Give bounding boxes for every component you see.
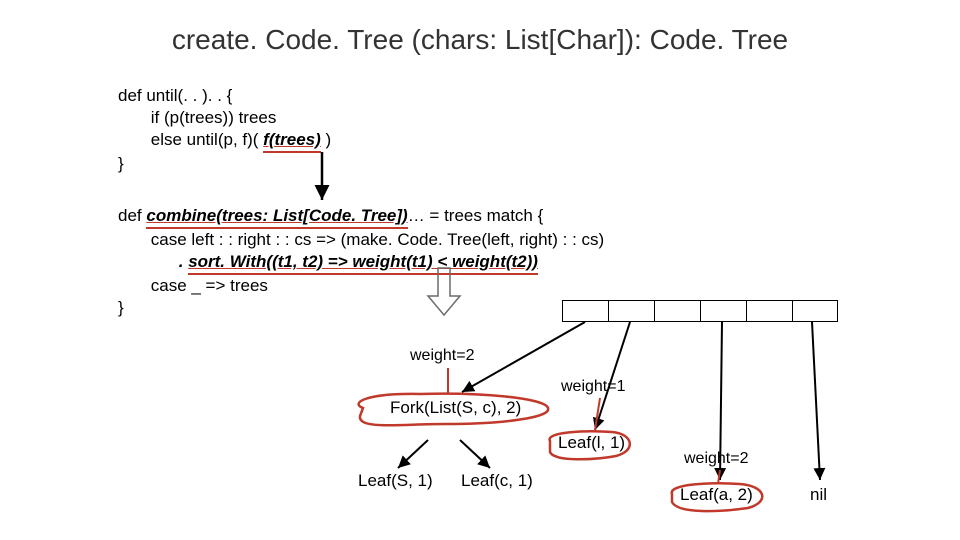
combine-l2: case left : : right : : cs => (make. Cod… [151, 230, 605, 249]
until-l1: def until(. . ). . { [118, 85, 331, 107]
combine-l1c: … = trees match { [408, 206, 544, 225]
list-cell [746, 300, 792, 322]
sortwith-highlight: sort. With((t1, t2) => weight(t1) < weig… [188, 251, 538, 275]
list-cell [700, 300, 746, 322]
nil-label: nil [810, 485, 827, 505]
leaf-s-label: Leaf(S, 1) [358, 471, 433, 491]
leaf-l-label: Leaf(l, 1) [558, 433, 638, 453]
f-trees-highlight: f(trees) [263, 129, 321, 153]
combine-l1a: def [118, 206, 146, 225]
code-until-block: def until(. . ). . { if (p(trees)) trees… [118, 85, 331, 175]
list-cell [792, 300, 838, 322]
combine-signature-highlight: combine(trees: List[Code. Tree]) [146, 205, 407, 229]
combine-l3a: . [179, 252, 188, 271]
combine-l4: case _ => trees [151, 276, 268, 295]
fork-node-label: Fork(List(S, c), 2) [390, 398, 550, 418]
list-cell [608, 300, 654, 322]
until-l3c: ) [321, 130, 331, 149]
until-l2: if (p(trees)) trees [151, 108, 277, 127]
weight-label-leaf-a: weight=2 [684, 450, 749, 468]
weight-label-leaf-l: weight=1 [561, 378, 626, 396]
code-combine-block: def combine(trees: List[Code. Tree])… = … [118, 205, 604, 319]
until-l4: } [118, 153, 331, 175]
combine-l5: } [118, 297, 604, 319]
leaf-a-label: Leaf(a, 2) [680, 485, 760, 505]
leaf-c-label: Leaf(c, 1) [461, 471, 551, 491]
list-cell [562, 300, 608, 322]
weight-label-fork: weight=2 [410, 347, 475, 365]
list-box-row [562, 300, 838, 322]
page-title: create. Code. Tree (chars: List[Char]): … [0, 24, 960, 56]
list-cell [654, 300, 700, 322]
until-l3a: else until(p, f)( [151, 130, 263, 149]
